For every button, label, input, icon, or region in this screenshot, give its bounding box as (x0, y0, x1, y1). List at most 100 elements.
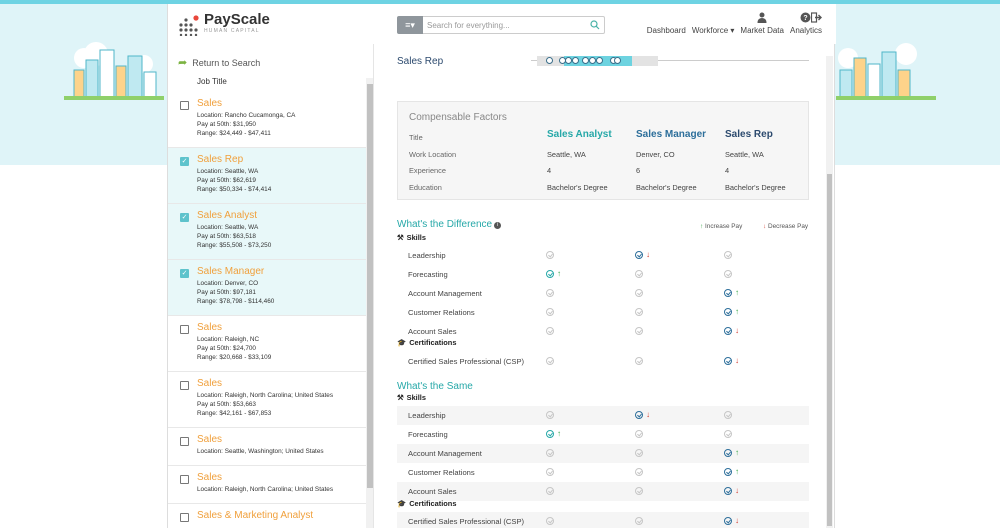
job-item[interactable]: Sales Location: Raleigh, North Carolina;… (168, 466, 366, 504)
skill-label: Forecasting (408, 270, 448, 279)
job-checkbox[interactable]: ✓ (180, 213, 189, 222)
comparison-row: Account Management ↑ (397, 444, 809, 463)
slider-handle[interactable] (582, 57, 589, 64)
comparison-cell: ↑ (724, 308, 739, 316)
job-item[interactable]: ✓ Sales Analyst Location: Seattle, WA Pa… (168, 204, 366, 260)
comparison-row: Account Management ↑ (397, 284, 809, 303)
nav-market-data-label: Market Data (740, 26, 784, 35)
slider-handle[interactable] (589, 57, 596, 64)
factor-value: Seattle, WA (725, 150, 764, 159)
check-circle-icon (546, 468, 554, 476)
job-title-column-header: Job Title (197, 77, 227, 86)
nav-market-data[interactable]: Market Data (740, 12, 784, 35)
job-checkbox[interactable]: ✓ (180, 157, 189, 166)
legend-increase-label: Increase Pay (704, 223, 743, 230)
search-icon[interactable] (590, 20, 600, 30)
job-checkbox[interactable] (180, 513, 189, 522)
main-scrollbar[interactable] (826, 56, 833, 528)
slider-handle[interactable] (614, 57, 621, 64)
skill-label: Forecasting (408, 430, 448, 439)
comparison-cell (546, 468, 554, 476)
job-title[interactable]: Sales Analyst (197, 210, 257, 221)
job-checkbox[interactable] (180, 475, 189, 484)
job-item[interactable]: ✓ Sales Manager Location: Denver, CO Pay… (168, 260, 366, 316)
nav-dashboard-label: Dashboard (646, 26, 686, 35)
check-circle-icon (724, 289, 732, 297)
comparison-cell (635, 327, 643, 335)
nav-workforce[interactable]: Workforce ▾ (692, 26, 735, 35)
slider-handle[interactable] (572, 57, 579, 64)
comparison-cell: ↑ (546, 430, 561, 438)
job-item[interactable]: Sales Location: Rancho Cucamonga, CA Pay… (168, 92, 366, 148)
skill-label: Account Sales (408, 327, 457, 336)
help-icon: ? (800, 12, 811, 23)
job-item[interactable]: ✓ Sales Rep Location: Seattle, WA Pay at… (168, 148, 366, 204)
city-illustration-right (836, 43, 936, 100)
job-checkbox[interactable] (180, 325, 189, 334)
app-window: PayScale HUMAN CAPITAL ≡▾ Dashboard Work… (167, 4, 836, 528)
slider-handle[interactable] (596, 57, 603, 64)
factor-value: 4 (725, 166, 730, 175)
job-pay: Pay at 50th: $63,518 (197, 233, 256, 240)
compensable-factors-card: Compensable Factors Title Work Location … (397, 101, 809, 200)
job-title[interactable]: Sales Manager (197, 266, 264, 277)
job-item[interactable]: Sales & Marketing Analyst (168, 504, 366, 528)
check-circle-icon (635, 517, 643, 525)
comparison-cell (546, 487, 554, 495)
check-circle-icon (546, 251, 554, 259)
nav-signout[interactable] (811, 12, 822, 26)
job-title[interactable]: Sales Rep (197, 154, 243, 165)
comparison-cell: ↓ (635, 251, 650, 259)
top-nav: Dashboard Workforce ▾ Market Data ? Anal… (641, 12, 822, 35)
info-icon[interactable]: i (494, 222, 502, 229)
comparison-row: Certified Sales Professional (CSP) ↓ (397, 352, 809, 371)
job-checkbox[interactable] (180, 437, 189, 446)
increase-arrow-icon: ↑ (735, 307, 739, 316)
job-title[interactable]: Sales (197, 434, 222, 445)
check-circle-icon (724, 430, 732, 438)
slider-handle[interactable] (565, 57, 572, 64)
page-title: Sales Rep (397, 56, 444, 67)
comparison-cell (635, 430, 643, 438)
comparison-cell (635, 487, 643, 495)
job-item[interactable]: Sales Location: Seattle, Washington; Uni… (168, 428, 366, 466)
certifications-label: Certifications (409, 499, 457, 508)
job-item[interactable]: Sales Location: Raleigh, NC Pay at 50th:… (168, 316, 366, 372)
search-input[interactable] (423, 16, 605, 34)
svg-text:?: ? (804, 15, 808, 22)
down-arrow-icon: ↓ (763, 223, 767, 230)
comparison-cell: ↓ (724, 487, 739, 495)
payscale-logo[interactable]: PayScale HUMAN CAPITAL (178, 12, 270, 36)
job-title[interactable]: Sales (197, 322, 222, 333)
check-circle-icon (546, 357, 554, 365)
job-item[interactable]: Sales Location: Raleigh, North Carolina;… (168, 372, 366, 428)
comparison-row: Leadership ↓ (397, 246, 809, 265)
comparison-cell (546, 517, 554, 525)
job-title[interactable]: Sales & Marketing Analyst (197, 510, 313, 521)
skill-label: Certified Sales Professional (CSP) (408, 517, 525, 526)
job-title[interactable]: Sales (197, 472, 222, 483)
job-checkbox[interactable] (180, 101, 189, 110)
search-menu-button[interactable]: ≡▾ (397, 16, 423, 34)
slider-handle[interactable] (546, 57, 553, 64)
tools-icon: ⚒ (397, 233, 404, 242)
legend-decrease-label: Decrease Pay (767, 223, 809, 230)
nav-dashboard[interactable]: Dashboard (647, 26, 686, 35)
difference-certifications-heading: 🎓 Certifications (397, 338, 456, 347)
list-menu-icon: ≡▾ (405, 19, 415, 30)
main-scrollbar-thumb[interactable] (827, 174, 832, 526)
job-title[interactable]: Sales (197, 98, 222, 109)
logo-dots-icon (179, 15, 199, 36)
job-checkbox[interactable] (180, 381, 189, 390)
job-title[interactable]: Sales (197, 378, 222, 389)
factor-value: Denver, CO (636, 150, 675, 159)
return-label: Return to Search (192, 57, 261, 68)
return-to-search-link[interactable]: ➦ Return to Search (178, 56, 260, 69)
job-checkbox[interactable]: ✓ (180, 269, 189, 278)
increase-arrow-icon: ↑ (735, 467, 739, 476)
skill-label: Leadership (408, 251, 446, 260)
check-circle-icon (635, 487, 643, 495)
up-arrow-icon: ↑ (700, 223, 704, 230)
sidebar-scrollbar-thumb[interactable] (367, 84, 373, 488)
sidebar-scrollbar[interactable] (366, 78, 373, 528)
